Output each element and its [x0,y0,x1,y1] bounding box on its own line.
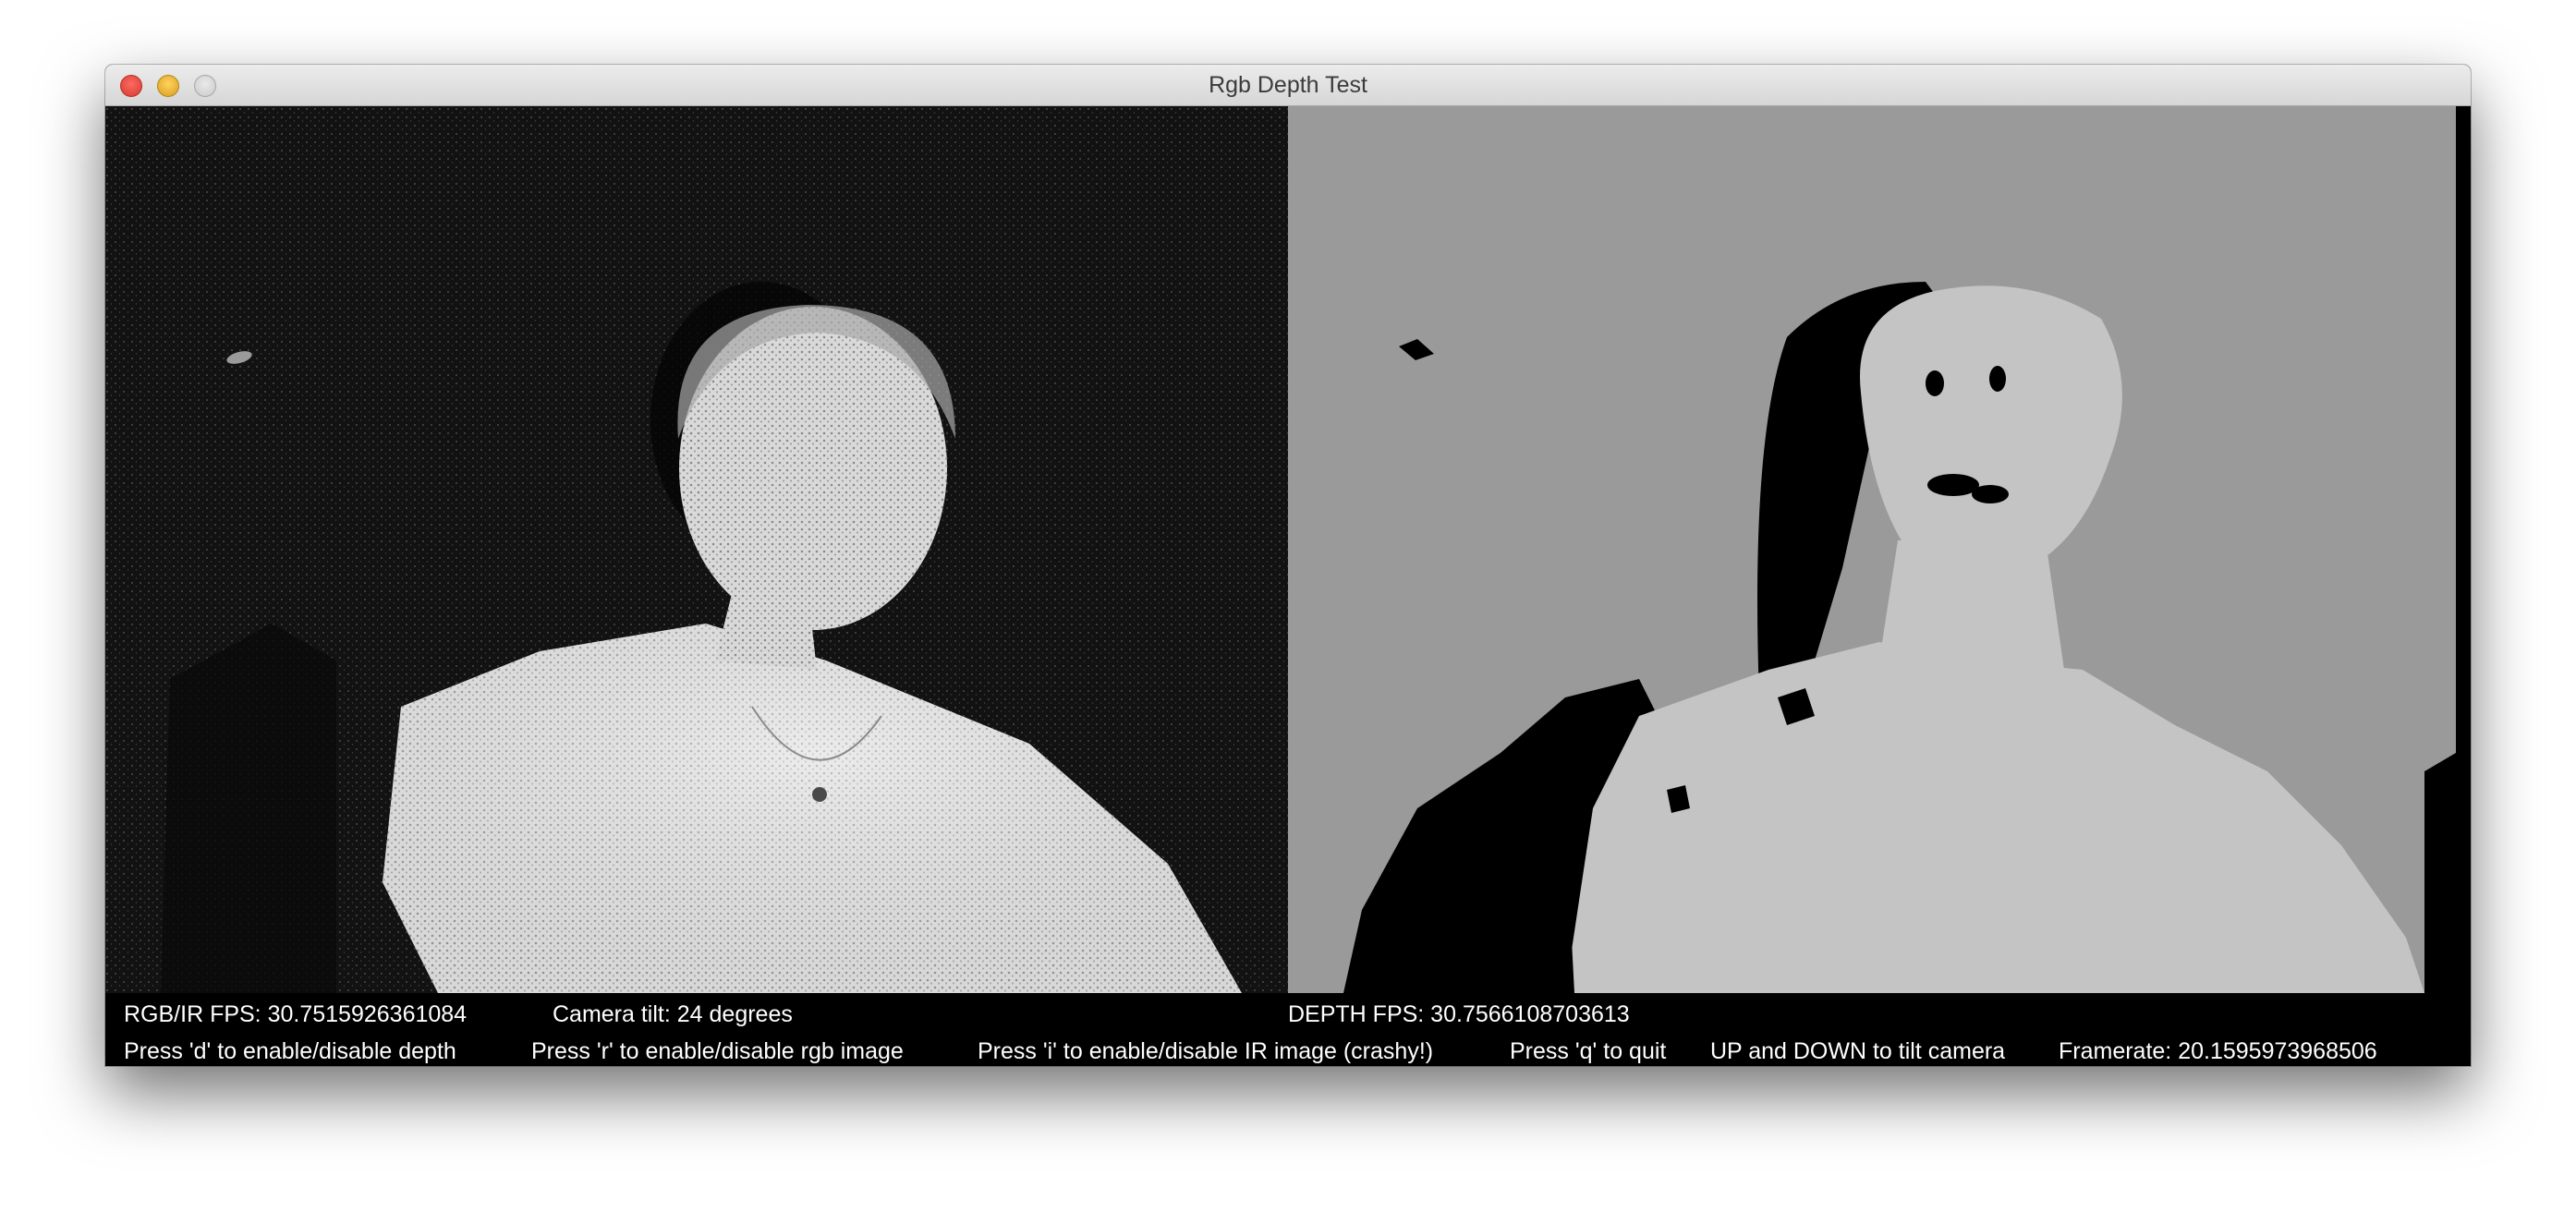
help-ir-text: Press 'i' to enable/disable IR image (cr… [978,1038,1434,1064]
ir-image-panel [105,106,1288,993]
help-depth-text: Press 'd' to enable/disable depth [124,1038,456,1064]
depth-map-image [1288,106,2456,993]
app-window: Rgb Depth Test RGB/IR FPS: 30.7515926361… [105,65,2471,1066]
rgb-ir-fps-text: RGB/IR FPS: 30.7515926361084 [124,1001,468,1027]
depth-fps-text: DEPTH FPS: 30.7566108703613 [1288,1001,1630,1027]
help-rgb-text: Press 'r' to enable/disable rgb image [531,1038,904,1064]
status-bar: RGB/IR FPS: 30.7515926361084 Camera tilt… [105,993,2471,1066]
depth-image-panel [1288,106,2456,993]
help-quit-text: Press 'q' to quit [1510,1038,1667,1064]
title-bar[interactable]: Rgb Depth Test [105,65,2471,106]
framerate-text: Framerate: 20.1595973968506 [2059,1038,2377,1064]
help-tilt-text: UP and DOWN to tilt camera [1710,1038,2006,1064]
ir-camera-image [105,106,1288,993]
window-title: Rgb Depth Test [1209,72,1367,98]
camera-tilt-text: Camera tilt: 24 degrees [553,1001,793,1027]
